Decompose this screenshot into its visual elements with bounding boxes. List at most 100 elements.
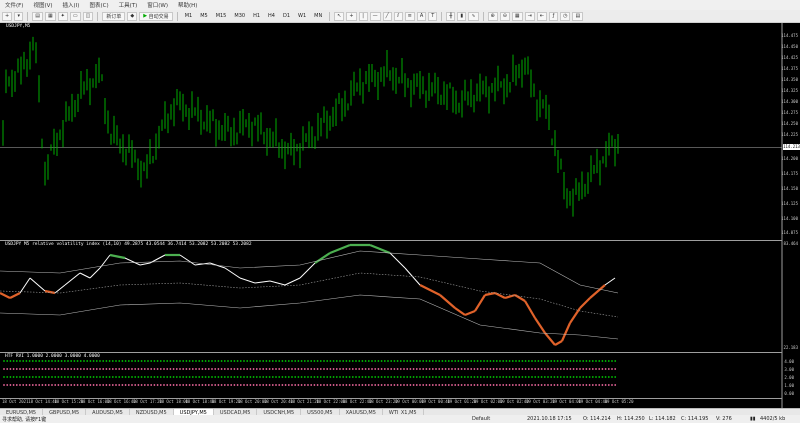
- htf-dot: [281, 368, 284, 370]
- text-icon[interactable]: A: [416, 11, 427, 21]
- htf-dot: [566, 368, 569, 370]
- htf-dot: [543, 384, 546, 386]
- terminal-icon[interactable]: ▭: [69, 11, 81, 21]
- autotrading-button[interactable]: ▶ 自动交易: [139, 11, 173, 21]
- horizontal-line-icon[interactable]: —: [369, 11, 381, 21]
- line-chart-icon[interactable]: ∿: [468, 11, 479, 21]
- rvi-line-segment: [0, 292, 11, 299]
- chart-window[interactable]: USDJPY,M5 USDJPY M5 relative volatility …: [0, 23, 800, 408]
- zoom-out-icon[interactable]: ⊖: [499, 11, 510, 21]
- htf-dot: [140, 384, 143, 386]
- timeframe-h4[interactable]: H4: [265, 13, 278, 19]
- candlestick-icon[interactable]: ▮: [457, 11, 467, 21]
- htf-dot: [543, 376, 546, 378]
- timeframe-m15[interactable]: M15: [213, 13, 230, 19]
- new-chart-icon[interactable]: +: [2, 11, 13, 21]
- htf-dot: [575, 384, 578, 386]
- metaeditor-icon[interactable]: ◆: [127, 11, 138, 21]
- htf-dot: [76, 368, 79, 370]
- data-window-icon[interactable]: ▦: [44, 11, 56, 21]
- menu-file[interactable]: 文件(F): [0, 1, 28, 9]
- htf-dot: [47, 360, 50, 362]
- htf-dot: [543, 360, 546, 362]
- htf-dot: [118, 368, 121, 370]
- htf-dot: [358, 368, 361, 370]
- chart-shift-icon[interactable]: ⇤: [536, 11, 548, 21]
- htf-dot: [243, 368, 245, 370]
- htf-dot: [342, 384, 345, 386]
- menu-tools[interactable]: 工具(T): [114, 1, 143, 9]
- htf-dot: [531, 360, 533, 362]
- menu-help[interactable]: 帮助(H): [173, 1, 202, 9]
- htf-dot: [393, 376, 396, 378]
- timeframe-m30[interactable]: M30: [231, 13, 248, 19]
- autotrading-icon: ▶: [143, 13, 148, 19]
- timeframe-mn[interactable]: MN: [311, 13, 325, 19]
- menu-view[interactable]: 视图(V): [28, 1, 57, 9]
- htf-dot: [211, 376, 213, 378]
- autoscroll-icon[interactable]: ⇥: [524, 11, 535, 21]
- htf-dot: [393, 360, 396, 362]
- trendline-icon[interactable]: ╱: [382, 11, 392, 21]
- label-icon[interactable]: T: [428, 11, 438, 21]
- templates-icon[interactable]: ▤: [572, 11, 584, 21]
- htf-dot: [505, 384, 508, 386]
- htf-dot: [537, 376, 540, 378]
- cursor-icon[interactable]: ↖: [334, 11, 345, 21]
- htf-dot: [118, 360, 121, 362]
- htf-dot: [476, 368, 479, 370]
- htf-dot: [547, 384, 549, 386]
- htf-dot: [47, 376, 50, 378]
- menu-insert[interactable]: 插入(I): [58, 1, 85, 9]
- htf-dot: [489, 368, 492, 370]
- timeframe-h1[interactable]: H1: [250, 13, 263, 19]
- price-tick: 114.300: [781, 99, 798, 104]
- zoom-in-icon[interactable]: ⊕: [487, 11, 498, 21]
- periods-icon[interactable]: ◷: [560, 11, 571, 21]
- htf-dot: [63, 376, 66, 378]
- rvi-line-segment: [534, 317, 546, 334]
- htf-scale: 2.00: [784, 375, 794, 380]
- tester-icon[interactable]: ◫: [82, 11, 94, 21]
- htf-dot: [486, 376, 489, 378]
- htf-dot: [44, 360, 47, 362]
- htf-dot: [361, 360, 364, 362]
- menu-window[interactable]: 窗口(W): [142, 1, 173, 9]
- chart-canvas[interactable]: [0, 23, 800, 408]
- timeframe-m5[interactable]: M5: [197, 13, 211, 19]
- htf-dot: [582, 368, 585, 370]
- timeframe-d1[interactable]: D1: [280, 13, 293, 19]
- indicators-icon[interactable]: ƒ: [549, 11, 559, 21]
- market-watch-icon[interactable]: ▤: [32, 11, 43, 21]
- htf-scale: 4.00: [784, 359, 794, 364]
- htf-dot: [31, 376, 34, 378]
- timeframe-m1[interactable]: M1: [182, 13, 196, 19]
- htf-dot: [99, 368, 101, 370]
- htf-dot: [303, 384, 306, 386]
- htf-dot: [268, 360, 271, 362]
- htf-dot: [604, 360, 607, 362]
- htf-dot: [9, 384, 12, 386]
- menu-charts[interactable]: 图表(C): [84, 1, 113, 9]
- htf-dot: [57, 376, 60, 378]
- htf-dot: [92, 384, 95, 386]
- htf-dot: [41, 360, 44, 362]
- new-order-button[interactable]: 新订单: [102, 11, 126, 21]
- htf-dot: [284, 376, 287, 378]
- htf-dot: [361, 384, 364, 386]
- tile-windows-icon[interactable]: ▦: [511, 11, 523, 21]
- channel-icon[interactable]: ⫽: [393, 11, 403, 21]
- htf-dot: [79, 376, 82, 378]
- htf-dot: [230, 368, 233, 370]
- vertical-line-icon[interactable]: |: [358, 11, 368, 21]
- htf-dot: [156, 360, 159, 362]
- timeframe-w1[interactable]: W1: [295, 13, 309, 19]
- navigator-icon[interactable]: ✦: [57, 11, 68, 21]
- htf-dot: [217, 376, 220, 378]
- profiles-icon[interactable]: ▾: [14, 11, 24, 21]
- htf-dot: [339, 368, 341, 370]
- fibonacci-icon[interactable]: ≡: [404, 11, 415, 21]
- htf-dot: [115, 384, 117, 386]
- crosshair-icon[interactable]: +: [346, 11, 357, 21]
- bar-chart-icon[interactable]: ╫: [446, 11, 456, 21]
